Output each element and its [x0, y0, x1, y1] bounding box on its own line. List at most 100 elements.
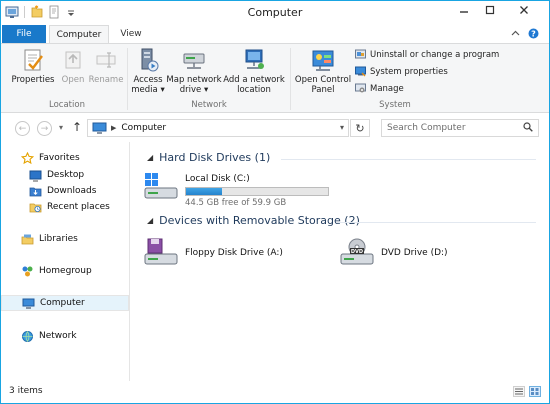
properties-page-icon[interactable]	[47, 5, 61, 19]
tab-file[interactable]: File	[2, 25, 46, 43]
drive-name: DVD Drive (D:)	[381, 248, 448, 258]
drive-name: Floppy Disk Drive (A:)	[185, 248, 283, 258]
group-label-location: Location	[49, 100, 85, 110]
customize-dropdown-icon[interactable]	[64, 5, 78, 19]
drive-floppy-a[interactable]: Floppy Disk Drive (A:)	[143, 238, 283, 268]
nav-item-libraries[interactable]: Libraries	[1, 231, 129, 247]
breadcrumb-separator-icon[interactable]: ▶	[111, 124, 116, 132]
drive-details: Local Disk (C:) 44.5 GB free of 59.9 GB	[185, 172, 329, 208]
network-drive-icon	[183, 53, 205, 69]
content-pane: ◢ Hard Disk Drives (1) Local Disk (C:) 4…	[131, 142, 549, 381]
ribbon-tabs: File Computer View ?	[1, 25, 549, 44]
computer-icon	[22, 298, 35, 309]
desktop-icon	[29, 170, 42, 181]
downloads-icon	[29, 187, 42, 196]
ribbon-separator	[127, 48, 128, 110]
manage-button[interactable]: Manage	[355, 83, 404, 94]
open-control-panel-button[interactable]: Open Control Panel	[293, 47, 353, 95]
group-header-rule	[337, 222, 536, 223]
drive-usage-fill	[186, 188, 223, 195]
map-network-drive-button[interactable]: Map network drive ▾	[166, 47, 222, 95]
drive-local-disk-c[interactable]: Local Disk (C:) 44.5 GB free of 59.9 GB	[143, 172, 329, 208]
group-label-system: System	[379, 100, 411, 110]
manage-icon	[355, 83, 366, 93]
help-icon[interactable]: ?	[528, 28, 539, 42]
nav-item-network[interactable]: Network	[1, 328, 129, 344]
drive-name: Local Disk (C:)	[185, 174, 250, 184]
explorer-window: Computer File Computer View ? Properties…	[0, 0, 550, 404]
back-button[interactable]: ←	[15, 121, 30, 136]
nav-item-recent-places[interactable]: Recent places	[1, 199, 129, 215]
collapse-chevron-icon[interactable]: ◢	[147, 153, 153, 162]
properties-check-icon	[24, 49, 43, 71]
new-folder-icon[interactable]	[30, 5, 44, 19]
dvd-badge: DVD	[351, 249, 363, 255]
address-bar[interactable]: ▶ Computer ▾	[87, 119, 349, 137]
properties-button[interactable]: Properties	[9, 47, 57, 85]
group-label-network: Network	[191, 100, 227, 110]
details-view-button[interactable]	[513, 386, 525, 397]
quick-access-toolbar	[5, 5, 78, 19]
recent-locations-dropdown-icon[interactable]: ▾	[59, 123, 63, 132]
search-icon[interactable]	[523, 122, 533, 135]
drive-usage-bar	[185, 187, 329, 196]
search-box[interactable]: Search Computer	[381, 119, 539, 137]
close-button[interactable]	[503, 1, 545, 19]
open-button[interactable]: Open	[59, 47, 87, 85]
window-controls	[451, 1, 545, 19]
group-header-rule	[281, 159, 536, 160]
back-arrow-icon: ←	[18, 123, 27, 134]
details-view-icon	[515, 388, 523, 395]
network-icon	[22, 330, 33, 342]
properties-icon[interactable]	[5, 5, 19, 19]
address-dropdown-icon[interactable]: ▾	[340, 123, 344, 132]
maximize-button[interactable]	[477, 1, 503, 19]
qat-separator	[24, 6, 25, 18]
computer-icon	[92, 122, 107, 134]
nav-item-desktop[interactable]: Desktop	[1, 167, 129, 183]
search-placeholder: Search Computer	[387, 123, 466, 133]
group-header-hard-disk-drives[interactable]: ◢ Hard Disk Drives (1)	[147, 151, 270, 164]
network-location-icon	[245, 49, 264, 69]
access-media-button[interactable]: Access media ▾	[131, 47, 165, 95]
forward-button[interactable]: →	[37, 121, 52, 136]
forward-arrow-icon: →	[40, 123, 49, 134]
media-server-icon	[141, 48, 159, 72]
tab-view[interactable]: View	[113, 25, 149, 43]
floppy-drive-icon	[144, 238, 178, 265]
tab-computer[interactable]: Computer	[49, 25, 109, 44]
nav-item-downloads[interactable]: Downloads	[1, 183, 129, 199]
windows-drive-icon	[144, 173, 178, 199]
nav-item-homegroup[interactable]: Homegroup	[1, 263, 129, 279]
view-switcher	[513, 386, 541, 397]
navigation-bar: ← → ▾ ↑ ▶ Computer ▾ ↻ Search Computer	[1, 114, 549, 142]
up-arrow-icon[interactable]: ↑	[72, 120, 82, 134]
ribbon: Properties Open Rename Location Access m…	[1, 43, 549, 113]
star-icon	[21, 151, 34, 164]
drive-dvd-d[interactable]: DVD DVD Drive (D:)	[339, 238, 448, 268]
uninstall-program-button[interactable]: Uninstall or change a program	[355, 49, 499, 60]
group-header-removable-storage[interactable]: ◢ Devices with Removable Storage (2)	[147, 214, 360, 227]
item-count: 3 items	[9, 386, 43, 396]
tiles-view-button[interactable]	[529, 386, 541, 397]
refresh-icon: ↻	[355, 121, 365, 135]
expand-ribbon-icon[interactable]	[511, 29, 520, 41]
nav-item-computer[interactable]: Computer	[1, 295, 129, 311]
status-bar: 3 items	[1, 381, 549, 403]
minimize-button[interactable]	[451, 1, 477, 19]
refresh-button[interactable]: ↻	[350, 119, 370, 137]
close-icon	[520, 6, 528, 14]
tiles-view-icon	[531, 388, 539, 395]
nav-item-favorites[interactable]: Favorites	[1, 150, 129, 166]
collapse-chevron-icon[interactable]: ◢	[147, 216, 153, 225]
add-network-location-button[interactable]: Add a network location	[223, 47, 285, 95]
system-properties-button[interactable]: System properties	[355, 66, 448, 77]
drive-free-space: 44.5 GB free of 59.9 GB	[185, 198, 287, 208]
breadcrumb-computer[interactable]: Computer	[121, 123, 166, 133]
minimize-icon	[460, 11, 468, 13]
system-properties-icon	[355, 66, 366, 77]
libraries-icon	[21, 234, 34, 244]
uninstall-icon	[355, 49, 366, 59]
maximize-icon	[485, 5, 495, 15]
rename-button[interactable]: Rename	[89, 47, 123, 85]
